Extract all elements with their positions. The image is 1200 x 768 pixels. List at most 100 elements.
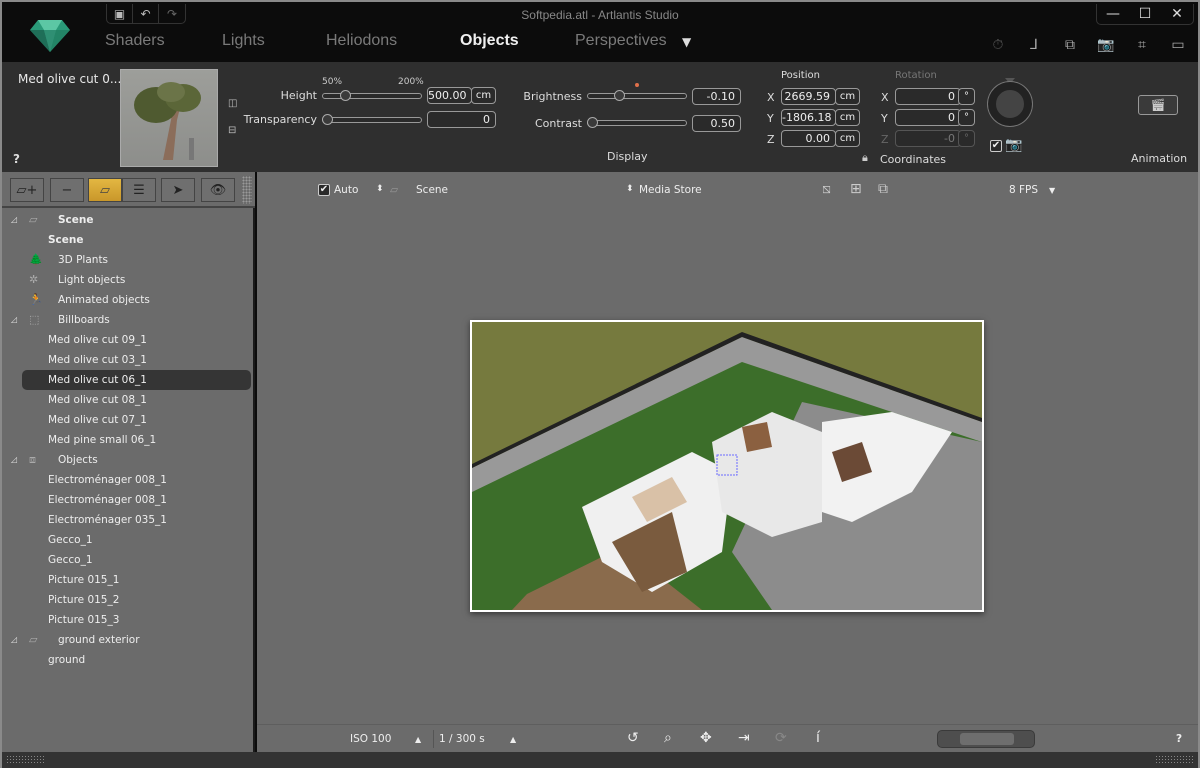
scene-selector[interactable]: Scene <box>416 184 448 196</box>
expand-toggle-icon[interactable]: ◿ <box>11 210 17 230</box>
rotation-y-unit[interactable]: ° <box>958 109 975 126</box>
rotation-x-input[interactable]: 0 <box>895 88 961 105</box>
align-horizontal-icon[interactable]: ⊟ <box>228 125 236 136</box>
tab-perspectives[interactable]: Perspectives <box>575 32 667 50</box>
tab-lights[interactable]: Lights <box>222 32 265 50</box>
transparency-input[interactable]: 0 <box>427 111 496 128</box>
monitor-icon[interactable]: ▭ <box>1160 37 1196 53</box>
info-icon[interactable]: í <box>816 730 820 746</box>
transparency-slider-knob[interactable] <box>322 114 333 125</box>
position-y-input[interactable]: -1806.18 <box>781 109 836 126</box>
brightness-input[interactable]: -0.10 <box>692 88 741 105</box>
plane-view-button[interactable]: ▱ <box>88 178 122 202</box>
tree-item[interactable]: Med pine small 06_1 <box>2 430 253 450</box>
tree-item[interactable]: Electroménager 008_1 <box>2 470 253 490</box>
tree-item[interactable]: ◿ ⬚ Billboards <box>2 310 253 330</box>
help-button[interactable]: ? <box>13 152 20 166</box>
position-z-input[interactable]: 0.00 <box>781 130 836 147</box>
height-unit[interactable]: cm <box>471 87 496 104</box>
undo-view-icon[interactable]: ↺ <box>627 730 639 746</box>
auto-checkbox[interactable]: ✔ <box>318 184 330 196</box>
render-preview[interactable] <box>470 320 984 612</box>
select-tool-button[interactable]: ➤ <box>161 178 195 202</box>
position-y-unit[interactable]: cm <box>835 109 860 126</box>
tree-item[interactable]: Med olive cut 08_1 <box>2 390 253 410</box>
expand-view-icon[interactable]: ⧉ <box>878 181 888 197</box>
expand-toggle-icon[interactable]: ◿ <box>11 630 17 650</box>
animation-clapper-button[interactable]: 🎬︎ <box>1138 95 1178 115</box>
tab-shaders[interactable]: Shaders <box>105 32 165 50</box>
tree-item[interactable]: ✲ Light objects <box>2 270 253 290</box>
lock-icon[interactable]: 🔒︎ <box>862 151 868 165</box>
pan-icon[interactable]: ✥ <box>700 730 712 746</box>
shrink-view-icon[interactable]: ⧅ <box>822 181 831 197</box>
tree-item[interactable]: Med olive cut 03_1 <box>2 350 253 370</box>
position-z-unit[interactable]: cm <box>835 130 860 147</box>
perspectives-dropdown-icon[interactable]: ▼ <box>682 35 691 49</box>
scrollbar-thumb[interactable] <box>960 733 1014 745</box>
windows-icon[interactable]: ⧉ <box>1052 37 1088 53</box>
tree-item[interactable]: 🏃 Animated objects <box>2 290 253 310</box>
rotation-dial[interactable] <box>988 82 1032 126</box>
contrast-slider-knob[interactable] <box>587 117 598 128</box>
media-store-stepper-icon[interactable]: ⬍ <box>626 184 634 194</box>
height-slider[interactable] <box>322 90 422 101</box>
visibility-button[interactable]: 👁 <box>201 178 235 202</box>
transparency-slider[interactable] <box>322 114 422 125</box>
help-button[interactable]: ? <box>1176 733 1182 745</box>
camera-checkbox[interactable]: ✔ <box>990 140 1002 152</box>
axes-icon[interactable]: ⅃ <box>1016 37 1052 53</box>
tree-item[interactable]: Picture 015_3 <box>2 610 253 630</box>
iso-up-icon[interactable]: ▲ <box>415 735 421 744</box>
tree-item[interactable]: Gecco_1 <box>2 530 253 550</box>
rotation-x-unit[interactable]: ° <box>958 88 975 105</box>
camera-snapshot-icon[interactable]: 📷 <box>1005 137 1022 153</box>
media-store-button[interactable]: Media Store <box>639 184 702 196</box>
tree-item[interactable]: Med olive cut 09_1 <box>2 330 253 350</box>
tree-item[interactable]: ground <box>2 650 253 670</box>
align-vertical-icon[interactable]: ◫ <box>228 98 237 109</box>
fps-selector[interactable]: 8 FPS <box>1009 184 1038 196</box>
minimize-button[interactable]: — <box>1097 4 1129 24</box>
tree-item[interactable]: Electroménager 008_1 <box>2 490 253 510</box>
height-slider-knob[interactable] <box>339 90 351 101</box>
position-x-input[interactable]: 2669.59 <box>781 88 836 105</box>
remove-button[interactable]: − <box>50 178 84 202</box>
timer-icon[interactable]: ⏱ <box>980 37 1016 53</box>
tree-item[interactable]: Picture 015_2 <box>2 590 253 610</box>
list-view-button[interactable]: ☰ <box>122 178 156 202</box>
timeline-scrollbar[interactable] <box>937 730 1035 748</box>
brightness-slider-knob[interactable] <box>613 90 625 101</box>
tab-objects[interactable]: Objects <box>460 32 519 50</box>
fps-dropdown-icon[interactable]: ▼ <box>1049 186 1055 195</box>
height-input[interactable]: 500.00 <box>427 87 472 104</box>
tree-item[interactable]: Med olive cut 07_1 <box>2 410 253 430</box>
position-x-unit[interactable]: cm <box>835 88 860 105</box>
tree-item[interactable]: Med olive cut 06_1 <box>22 370 251 390</box>
tree-item[interactable]: ◿ ⧈ Objects <box>2 450 253 470</box>
expand-toggle-icon[interactable]: ◿ <box>11 310 17 330</box>
tree-item[interactable]: 🌲 3D Plants <box>2 250 253 270</box>
panel-resize-grip[interactable] <box>242 176 252 204</box>
tree-item[interactable]: Picture 015_1 <box>2 570 253 590</box>
tab-heliodons[interactable]: Heliodons <box>326 32 397 50</box>
close-button[interactable]: ✕ <box>1161 4 1193 24</box>
camera-icon[interactable]: 📷 <box>1088 37 1124 53</box>
maximize-button[interactable]: ☐ <box>1129 4 1161 24</box>
rotation-y-input[interactable]: 0 <box>895 109 961 126</box>
add-plane-button[interactable]: ▱+ <box>10 178 44 202</box>
resize-grip-left[interactable] <box>6 755 44 765</box>
expand-toggle-icon[interactable]: ◿ <box>11 450 17 470</box>
fit-view-icon[interactable]: ⊞ <box>850 181 862 197</box>
shutter-up-icon[interactable]: ▲ <box>510 735 516 744</box>
contrast-input[interactable]: 0.50 <box>692 115 741 132</box>
enter-icon[interactable]: ⇥ <box>738 730 750 746</box>
tree-item[interactable]: Scene <box>2 230 253 250</box>
brightness-slider[interactable] <box>587 90 687 101</box>
tree-item[interactable]: ◿ ▱ Scene <box>2 210 253 230</box>
crop-icon[interactable]: ⌗ <box>1124 37 1160 53</box>
tree-item[interactable]: Gecco_1 <box>2 550 253 570</box>
zoom-icon[interactable]: ⌕ <box>664 730 672 746</box>
scene-stepper-icon[interactable]: ⬍ <box>376 184 384 194</box>
resize-grip-right[interactable] <box>1155 755 1193 765</box>
